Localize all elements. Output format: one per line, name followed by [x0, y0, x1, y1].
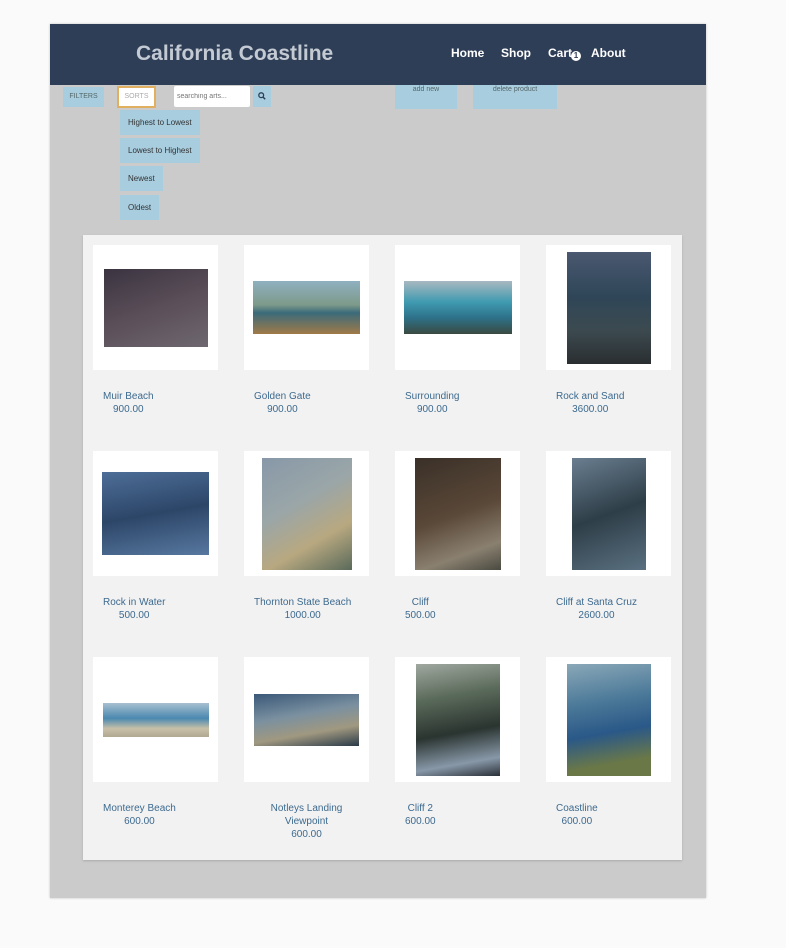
- product-thumbnail[interactable]: [395, 245, 520, 370]
- product-thumbnail[interactable]: [546, 451, 671, 576]
- product-image: [102, 472, 209, 555]
- product-name[interactable]: Rock in Water: [103, 596, 165, 609]
- product-price: 900.00: [416, 404, 448, 415]
- product-image: [571, 457, 646, 570]
- product-name[interactable]: Monterey Beach: [103, 802, 176, 815]
- product-card: Notleys Landing Viewpoint 600.00: [234, 647, 385, 847]
- product-image: [103, 268, 208, 347]
- cart-count-badge: 1: [571, 51, 581, 61]
- product-image: [261, 457, 352, 570]
- product-card: Cliff at Santa Cruz 2600.00: [536, 441, 687, 641]
- nav-cart[interactable]: Cart: [548, 46, 572, 60]
- product-name[interactable]: Surrounding: [405, 390, 459, 403]
- product-image: [102, 702, 209, 737]
- product-image: [254, 693, 359, 746]
- sort-lowest-to-highest[interactable]: Lowest to Highest: [120, 138, 200, 163]
- product-name[interactable]: Muir Beach: [103, 390, 154, 403]
- product-price: 600.00: [124, 816, 155, 827]
- product-price: 600.00: [405, 816, 436, 827]
- product-name[interactable]: Notleys Landing Viewpoint: [254, 802, 359, 828]
- product-thumbnail[interactable]: [395, 451, 520, 576]
- sorts-button[interactable]: SORTS: [117, 86, 156, 108]
- product-card: Monterey Beach 600.00: [83, 647, 234, 847]
- product-name[interactable]: Rock and Sand: [556, 390, 624, 403]
- product-card: Cliff 500.00: [385, 441, 536, 641]
- sort-highest-to-lowest[interactable]: Highest to Lowest: [120, 110, 200, 135]
- product-price: 900.00: [267, 404, 298, 415]
- product-thumbnail[interactable]: [93, 657, 218, 782]
- search-input[interactable]: [174, 86, 250, 107]
- product-card: Thornton State Beach 1000.00: [234, 441, 385, 641]
- search-button[interactable]: [253, 86, 271, 107]
- product-price: 2600.00: [578, 610, 615, 621]
- product-thumbnail[interactable]: [395, 657, 520, 782]
- nav-home[interactable]: Home: [451, 46, 484, 60]
- delete-product-button[interactable]: delete product: [473, 85, 557, 109]
- product-name[interactable]: Cliff: [405, 596, 436, 609]
- product-name[interactable]: Cliff 2: [405, 802, 436, 815]
- nav-shop[interactable]: Shop: [501, 46, 531, 60]
- product-gallery: Muir Beach 900.00 Golden Gate 900.00 Surro…: [83, 235, 682, 860]
- search-icon: [258, 92, 266, 100]
- product-thumbnail[interactable]: [93, 245, 218, 370]
- header: California Coastline Home Shop Cart 1 Ab…: [50, 24, 706, 85]
- product-image: [403, 281, 512, 334]
- product-price: 1000.00: [284, 610, 321, 621]
- product-card: Rock in Water 500.00: [83, 441, 234, 641]
- app-window: California Coastline Home Shop Cart 1 Ab…: [50, 24, 706, 898]
- sort-newest[interactable]: Newest: [120, 166, 163, 191]
- product-image: [253, 281, 360, 334]
- product-thumbnail[interactable]: [244, 451, 369, 576]
- product-image: [566, 663, 651, 776]
- product-name[interactable]: Golden Gate: [254, 390, 311, 403]
- product-image: [414, 457, 501, 570]
- product-thumbnail[interactable]: [244, 245, 369, 370]
- product-price: 900.00: [112, 404, 144, 415]
- product-card: Rock and Sand 3600.00: [536, 235, 687, 435]
- add-new-button[interactable]: add new: [395, 85, 457, 109]
- product-price: 600.00: [561, 816, 593, 827]
- product-card: Surrounding 900.00: [385, 235, 536, 435]
- product-price: 500.00: [405, 610, 436, 621]
- product-card: Coastline 600.00: [536, 647, 687, 847]
- product-thumbnail[interactable]: [546, 657, 671, 782]
- product-price: 3600.00: [572, 404, 609, 415]
- product-image: [415, 663, 500, 776]
- nav-about[interactable]: About: [591, 46, 626, 60]
- product-price: 600.00: [291, 829, 322, 840]
- product-card: Golden Gate 900.00: [234, 235, 385, 435]
- product-card: Muir Beach 900.00: [83, 235, 234, 435]
- product-name[interactable]: Cliff at Santa Cruz: [556, 596, 637, 609]
- product-thumbnail[interactable]: [244, 657, 369, 782]
- filters-button[interactable]: FILTERS: [63, 87, 104, 107]
- product-card: Cliff 2 600.00: [385, 647, 536, 847]
- product-image: [566, 251, 651, 364]
- product-name[interactable]: Coastline: [556, 802, 598, 815]
- product-thumbnail[interactable]: [93, 451, 218, 576]
- sort-oldest[interactable]: Oldest: [120, 195, 160, 220]
- product-price: 500.00: [118, 610, 150, 621]
- product-thumbnail[interactable]: [546, 245, 671, 370]
- site-title: California Coastline: [136, 42, 334, 65]
- product-name[interactable]: Thornton State Beach: [254, 596, 351, 609]
